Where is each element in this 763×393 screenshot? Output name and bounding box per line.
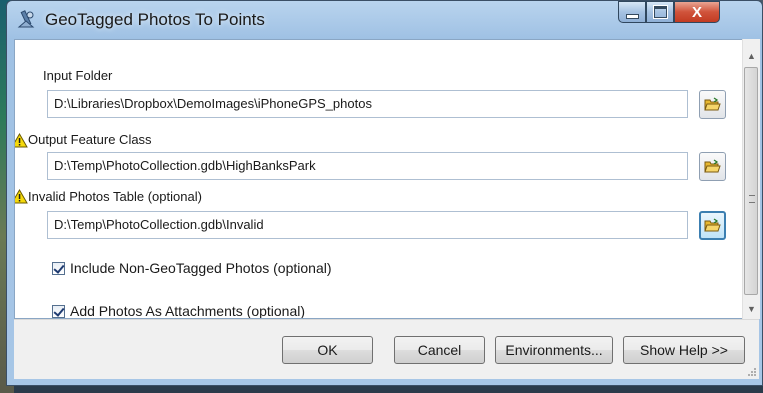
button-bar: OK Cancel Environments... Show Help >> [14,319,759,379]
include-non-geotagged-label: Include Non-GeoTagged Photos (optional) [70,260,332,276]
warning-icon [15,133,28,148]
scroll-up-arrow-icon[interactable]: ▲ [747,51,756,61]
close-button[interactable]: X [674,1,720,23]
open-folder-icon [704,97,721,111]
cancel-button[interactable]: Cancel [394,336,485,364]
include-non-geotagged-checkbox[interactable]: Include Non-GeoTagged Photos (optional) [52,260,332,276]
maximize-button[interactable] [646,1,674,23]
invalid-photos-table-label: Invalid Photos Table (optional) [28,189,202,204]
input-folder-label: Input Folder [43,68,113,83]
scrollbar-grip-icon [749,195,755,203]
add-photos-as-attachments-checkbox[interactable]: Add Photos As Attachments (optional) [52,303,306,319]
add-photos-as-attachments-label: Add Photos As Attachments (optional) [70,303,306,319]
checkbox-checked-icon [52,304,65,318]
vertical-scrollbar[interactable]: ▲ ▼ [742,39,760,319]
input-folder-browse-button[interactable] [699,90,726,119]
geoprocessing-tool-icon [17,10,35,28]
minimize-button[interactable] [618,1,646,23]
output-feature-class-label: Output Feature Class [28,132,152,147]
resize-grip-icon[interactable] [747,367,757,377]
parameters-panel: Input Folder D:\Libraries\Dropbox\DemoIm… [14,39,744,319]
scroll-down-arrow-icon[interactable]: ▼ [747,304,756,314]
window-title: GeoTagged Photos To Points [45,10,265,29]
show-help-button[interactable]: Show Help >> [623,336,745,364]
output-feature-class-field[interactable]: D:\Temp\PhotoCollection.gdb\HighBanksPar… [47,152,688,180]
scrollbar-thumb[interactable] [744,67,758,295]
ok-button[interactable]: OK [282,336,373,364]
environments-button[interactable]: Environments... [495,336,613,364]
dialog-window: GeoTagged Photos To Points X Input Folde… [6,0,763,386]
title-bar[interactable]: GeoTagged Photos To Points X [7,1,762,39]
open-folder-icon [704,218,721,232]
minimize-icon [625,13,639,19]
open-folder-icon [704,159,721,173]
checkbox-checked-icon [52,261,65,275]
close-icon: X [691,3,702,21]
maximize-icon [652,5,668,19]
input-folder-field[interactable]: D:\Libraries\Dropbox\DemoImages\iPhoneGP… [47,90,688,118]
output-feature-class-browse-button[interactable] [699,152,726,181]
invalid-photos-table-browse-button[interactable] [699,211,726,240]
warning-icon [15,189,28,204]
invalid-photos-table-field[interactable]: D:\Temp\PhotoCollection.gdb\Invalid [47,211,688,239]
